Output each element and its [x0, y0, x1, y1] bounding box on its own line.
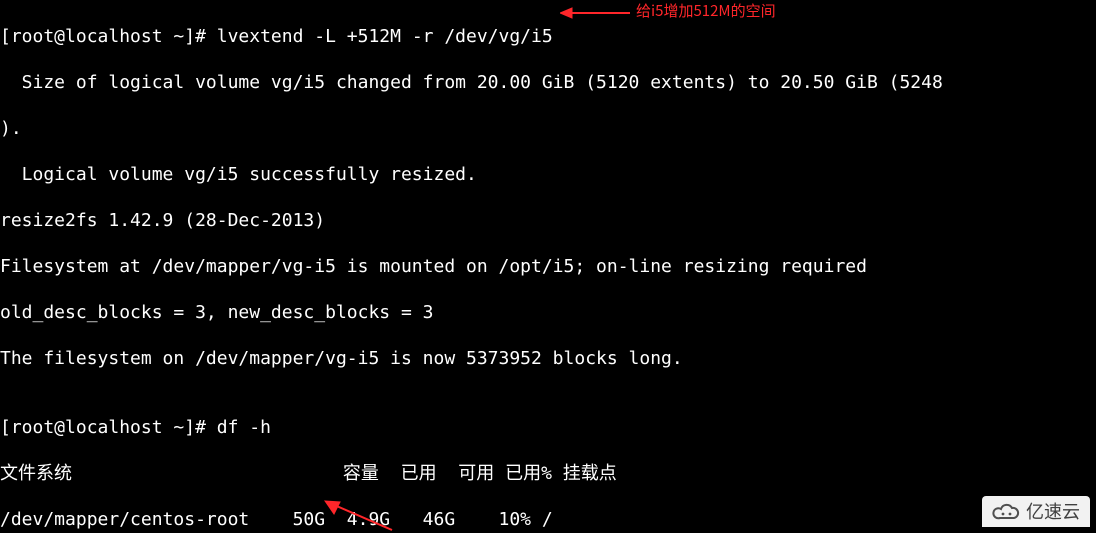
output-line: Filesystem at /dev/mapper/vg-i5 is mount… [0, 255, 1096, 278]
annotation-arrow-top [560, 6, 630, 20]
annotation-arrow-bottom [322, 498, 398, 533]
output-line: Logical volume vg/i5 successfully resize… [0, 163, 1096, 186]
prompt-prefix: [root@localhost ~]# [0, 417, 217, 438]
terminal-output[interactable]: [root@localhost ~]# lvextend -L +512M -r… [0, 0, 1096, 533]
output-line: ). [0, 117, 1096, 140]
df-header-row: 文件系统 容量 已用 可用 已用% 挂载点 [0, 462, 1096, 485]
cloud-icon [992, 502, 1022, 522]
output-line: resize2fs 1.42.9 (28-Dec-2013) [0, 209, 1096, 232]
output-line: Size of logical volume vg/i5 changed fro… [0, 71, 1096, 94]
table-row: /dev/mapper/centos-root 50G 4.9G 46G 10%… [0, 508, 1096, 531]
df-body: /dev/mapper/centos-root 50G 4.9G 46G 10%… [0, 508, 1096, 533]
command-df: df -h [217, 417, 271, 438]
prompt-prefix: [root@localhost ~]# [0, 26, 217, 47]
watermark-text: 亿速云 [1026, 500, 1080, 523]
watermark: 亿速云 [982, 496, 1090, 527]
annotation-text-top: 给i5增加512M的空间 [636, 2, 776, 20]
output-line: The filesystem on /dev/mapper/vg-i5 is n… [0, 347, 1096, 370]
command-lvextend: lvextend -L +512M -r /dev/vg/i5 [217, 26, 553, 47]
output-line: old_desc_blocks = 3, new_desc_blocks = 3 [0, 301, 1096, 324]
